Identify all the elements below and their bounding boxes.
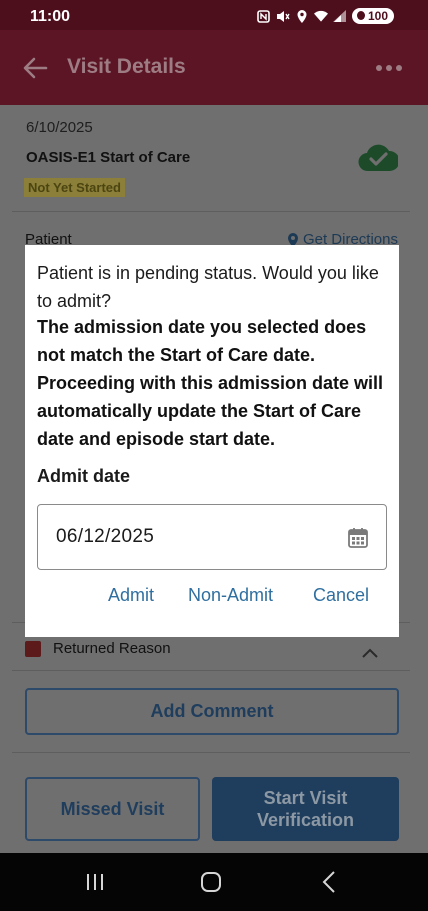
non-admit-button[interactable]: Non-Admit	[188, 585, 273, 606]
battery-icon: 100	[351, 8, 394, 24]
start-visit-verification-button[interactable]: Start Visit Verification	[212, 777, 399, 841]
app-bar: Visit Details	[0, 30, 428, 105]
nfc-icon	[257, 9, 271, 23]
returned-flag-icon	[25, 640, 41, 657]
admit-dialog: Patient is in pending status. Would you …	[25, 245, 399, 637]
visit-date: 6/10/2025	[26, 119, 93, 136]
status-badge: Not Yet Started	[24, 178, 125, 197]
returned-reason-row[interactable]: Returned Reason	[25, 640, 171, 657]
status-bar: 11:00 100	[0, 0, 428, 30]
divider	[12, 670, 410, 671]
status-icons: 100	[257, 8, 394, 24]
divider	[12, 752, 410, 753]
wifi-icon	[313, 9, 328, 23]
cancel-button[interactable]: Cancel	[313, 585, 369, 606]
visit-type: OASIS-E1 Start of Care	[26, 149, 191, 166]
start-verification-line2: Verification	[256, 810, 355, 830]
missed-visit-button[interactable]: Missed Visit	[25, 777, 200, 841]
home-icon[interactable]	[201, 872, 221, 892]
location-icon	[295, 9, 309, 23]
nav-back-icon[interactable]	[322, 871, 336, 893]
admit-button[interactable]: Admit	[108, 585, 154, 606]
signal-icon	[333, 9, 347, 23]
cloud-check-icon	[358, 141, 400, 173]
mute-icon	[276, 9, 290, 23]
calendar-icon[interactable]	[348, 527, 368, 548]
chevron-up-icon[interactable]	[362, 645, 378, 658]
dialog-message: Patient is in pending status. Would you …	[37, 263, 379, 311]
admit-date-field[interactable]: 06/12/2025	[37, 504, 387, 570]
recents-icon[interactable]	[85, 873, 105, 891]
back-arrow-icon[interactable]	[22, 56, 48, 80]
dialog-warning: The admission date you selected does not…	[37, 317, 384, 449]
start-verification-line1: Start Visit	[263, 788, 348, 808]
more-options-icon[interactable]	[376, 65, 402, 71]
admit-date-value: 06/12/2025	[56, 526, 155, 547]
status-time: 11:00	[30, 8, 71, 25]
page-title: Visit Details	[67, 55, 186, 78]
add-comment-button[interactable]: Add Comment	[25, 688, 399, 735]
visit-card: 6/10/2025 OASIS-E1 Start of Care Not Yet…	[12, 105, 410, 209]
system-nav-bar	[0, 853, 428, 911]
admit-date-label: Admit date	[37, 466, 131, 486]
divider	[12, 211, 410, 212]
returned-reason-label: Returned Reason	[53, 640, 171, 657]
